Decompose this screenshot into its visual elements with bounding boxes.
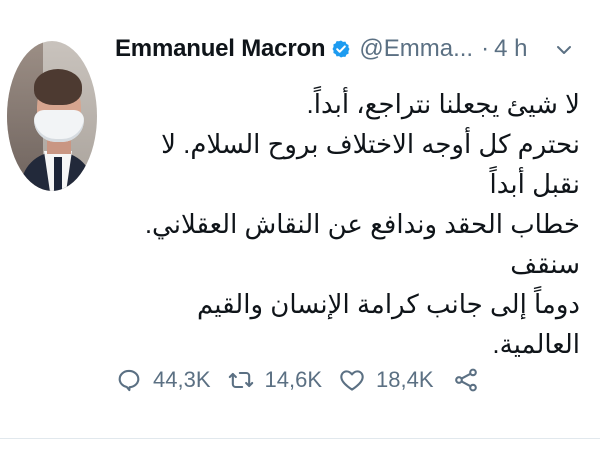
tweet-actions: 44,3K 14,6K 18,4K bbox=[115, 360, 496, 400]
heart-icon bbox=[340, 370, 364, 391]
verified-badge-icon bbox=[331, 39, 351, 59]
tweet-divider bbox=[0, 438, 600, 439]
tweet-line-1: لا شيئ يجعلنا نتراجع، أبداً. bbox=[306, 89, 580, 119]
retweet-count: 14,6K bbox=[264, 367, 323, 392]
avatar-hair bbox=[34, 69, 82, 105]
share-icon bbox=[454, 368, 477, 392]
reply-button[interactable]: 44,3K bbox=[115, 366, 211, 394]
like-button[interactable]: 18,4K bbox=[338, 366, 434, 394]
reply-count: 44,3K bbox=[153, 367, 211, 392]
tweet-header: Emmanuel Macron @Emma... · 4 h bbox=[115, 31, 527, 67]
avatar[interactable] bbox=[7, 41, 97, 191]
chevron-down-icon[interactable] bbox=[552, 38, 576, 62]
tweet-text: لا شيئ يجعلنا نتراجع، أبداً. نحترم كل أو… bbox=[115, 84, 580, 364]
timestamp[interactable]: 4 h bbox=[494, 35, 527, 63]
display-name[interactable]: Emmanuel Macron bbox=[115, 35, 326, 63]
tweet-line-3: خطاب الحقد وندافع عن النقاش العقلاني. سن… bbox=[144, 209, 580, 279]
user-handle[interactable]: @Emma... bbox=[359, 35, 473, 63]
reply-icon bbox=[118, 369, 140, 392]
retweet-icon bbox=[228, 371, 253, 389]
like-count: 18,4K bbox=[376, 367, 434, 392]
avatar-tie bbox=[54, 157, 62, 191]
header-separator: · bbox=[481, 35, 490, 62]
tweet-line-4: دوماً إلى جانب كرامة الإنسان والقيم العا… bbox=[197, 289, 580, 359]
share-button[interactable] bbox=[452, 366, 480, 394]
tweet-card: Emmanuel Macron @Emma... · 4 h لا شيئ يج… bbox=[0, 0, 600, 450]
avatar-mask bbox=[34, 110, 84, 142]
tweet-line-2: نحترم كل أوجه الاختلاف بروح السلام. لا ن… bbox=[161, 129, 580, 199]
retweet-button[interactable]: 14,6K bbox=[227, 366, 323, 394]
